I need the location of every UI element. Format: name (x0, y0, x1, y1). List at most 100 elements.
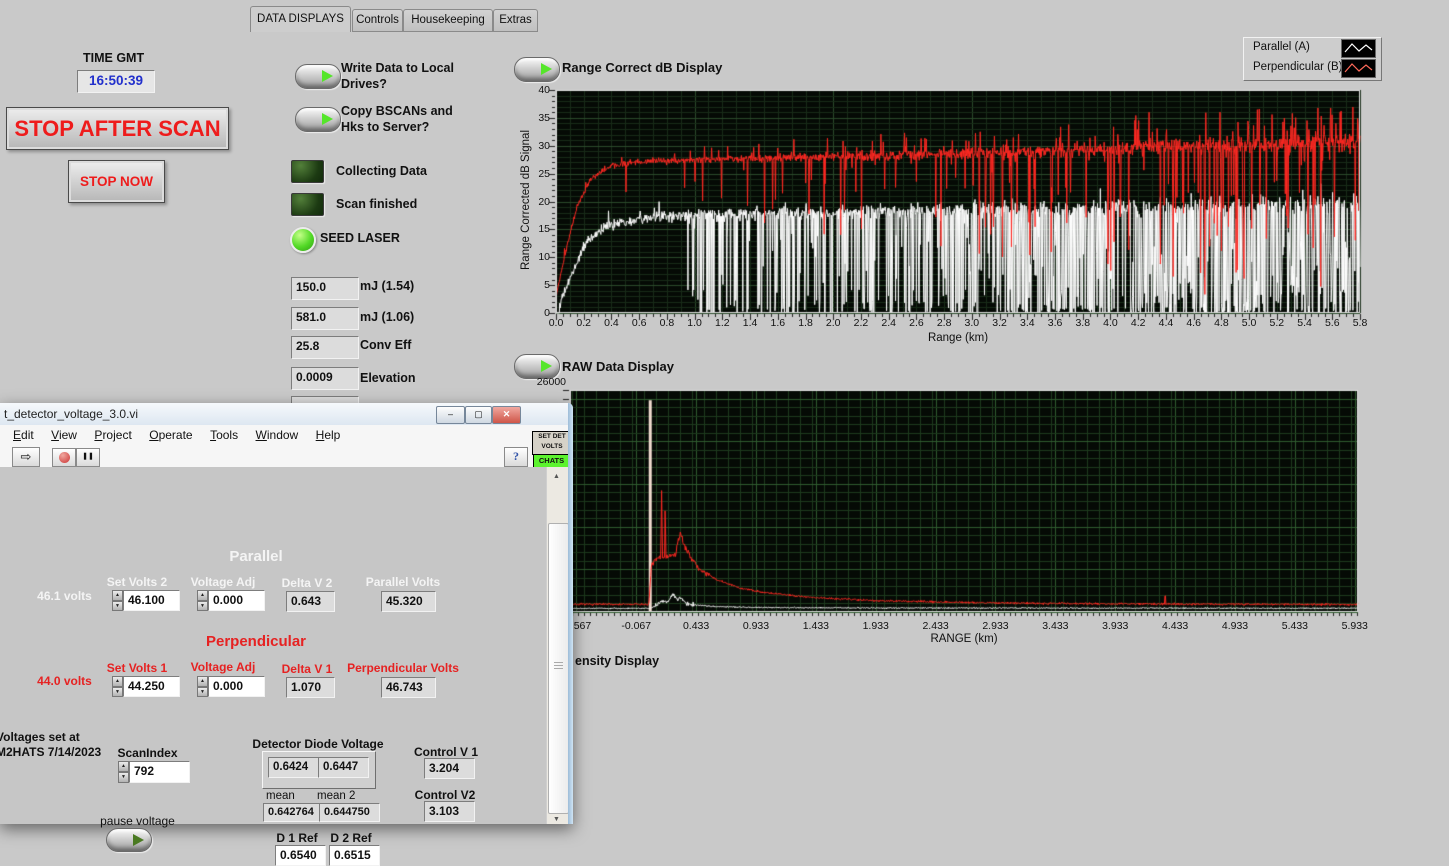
legend-parallel-label: Parallel (A) (1253, 41, 1310, 53)
menu-help[interactable]: Help (316, 425, 341, 445)
tick-label: 2.433 (922, 620, 948, 632)
perpendicular-volts-display: 46.743 (381, 677, 436, 698)
menu-window[interactable]: Window (256, 425, 299, 445)
menu-view[interactable]: View (51, 425, 77, 445)
menu-edit[interactable]: Edit (13, 425, 34, 445)
scan-finished-label: Scan finished (336, 197, 417, 211)
pause-voltage-toggle[interactable] (106, 828, 152, 852)
control-v1-label: Control V 1 (408, 745, 484, 759)
delta-v-1-display: 1.070 (286, 677, 335, 698)
tab-controls[interactable]: Controls (352, 9, 403, 32)
vi-title-bar[interactable]: t_detector_voltage_3.0.vi – ▢ ✕ (0, 403, 573, 426)
run-button[interactable]: ⇨ (12, 447, 40, 467)
voltages-note-line1: Voltages set at (0, 730, 80, 744)
stop-after-scan-button[interactable]: STOP AFTER SCAN (6, 107, 229, 150)
tick-label: 0.933 (743, 620, 769, 632)
tick-label: 1.8 (798, 317, 813, 329)
range-correct-chart-title: Range Correct dB Display (562, 60, 722, 75)
raw-data-y-top-tick: 26000 (520, 376, 566, 388)
d1-ref-input[interactable]: 0.6540 (275, 845, 326, 866)
scan-finished-led (291, 193, 324, 216)
menu-project[interactable]: Project (94, 425, 131, 445)
menu-operate[interactable]: Operate (149, 425, 192, 445)
tick-label: 1.933 (863, 620, 889, 632)
tab-housekeeping[interactable]: Housekeeping (403, 9, 493, 32)
tick-label: 25 (518, 168, 550, 180)
delta-v-2-display: 0.643 (286, 591, 335, 612)
tick-label: 20 (518, 196, 550, 208)
set-volts-2-input[interactable]: 46.100 (123, 590, 180, 611)
maximize-button[interactable]: ▢ (465, 406, 492, 424)
elevation-label: Elevation (360, 371, 416, 385)
tick-label: 5.433 (1282, 620, 1308, 632)
voltage-adj-2-input[interactable]: 0.000 (208, 590, 265, 611)
parallel-heading: Parallel (206, 548, 306, 565)
plot-legend[interactable]: Parallel (A) Perpendicular (B) (1243, 37, 1382, 81)
clipped-intensity-display-label: ensity Display (575, 654, 659, 668)
tick-label: 5.4 (1297, 317, 1312, 329)
voltage-adj-2-spinner[interactable]: ▲▼ (197, 590, 208, 611)
copy-bscans-toggle[interactable] (295, 107, 341, 132)
legend-row-parallel: Parallel (A) (1244, 38, 1381, 58)
voltage-adj-1-input[interactable]: 0.000 (208, 676, 265, 697)
mean-label: mean (266, 790, 295, 802)
vi-vertical-scrollbar[interactable]: ▲ ▼ (546, 467, 569, 824)
stop-now-button[interactable]: STOP NOW (68, 160, 165, 203)
d2-ref-input[interactable]: 0.6515 (329, 845, 380, 866)
set-volts-2-label: Set Volts 2 (104, 575, 170, 589)
voltage-adj-1-spinner[interactable]: ▲▼ (197, 676, 208, 697)
minimize-button[interactable]: – (436, 406, 465, 424)
legend-perpendicular-label: Perpendicular (B) (1253, 61, 1342, 73)
set-volts-2-spinner[interactable]: ▲▼ (112, 590, 123, 611)
pause-button[interactable]: ❚❚ (76, 448, 100, 467)
conv-eff-readout: 25.8 (291, 336, 359, 359)
tick-label: 5.8 (1353, 317, 1368, 329)
seed-laser-label: SEED LASER (320, 231, 400, 245)
set-det-volts-badge: SET DET VOLTS (532, 431, 572, 455)
energy-1-readout: 150.0 (291, 277, 359, 300)
scroll-down-icon[interactable]: ▼ (553, 816, 560, 823)
close-button[interactable]: ✕ (492, 406, 521, 424)
vi-front-panel: Parallel Set Volts 2 Voltage Adj Delta V… (0, 467, 546, 824)
energy-1-label: mJ (1.54) (360, 279, 414, 293)
abort-dot-icon (59, 452, 70, 463)
scan-index-spinner[interactable]: ▲▼ (118, 761, 129, 783)
tick-label: 0.8 (660, 317, 675, 329)
scan-index-input[interactable]: 792 (129, 761, 190, 783)
energy-2-label: mJ (1.06) (360, 310, 414, 324)
tick-label: 4.4 (1159, 317, 1174, 329)
vi-badge-column: SET DET VOLTS CHATS (530, 425, 573, 468)
scroll-up-icon[interactable]: ▲ (553, 473, 560, 480)
scrollbar-thumb[interactable] (548, 523, 569, 814)
raw-data-chart-canvas (556, 382, 1380, 638)
set-volts-1-label: Set Volts 1 (104, 661, 170, 675)
tick-label: 0.6 (632, 317, 647, 329)
app-root: { "palette":{"bg":"#c9c9c9","trace_red":… (0, 0, 1449, 824)
context-help-button[interactable]: ? (504, 447, 528, 467)
legend-row-perpendicular: Perpendicular (B) (1244, 58, 1381, 78)
menu-tools[interactable]: Tools (210, 425, 238, 445)
perpendicular-volts-label: Perpendicular Volts (338, 661, 468, 675)
abort-button[interactable] (52, 448, 76, 467)
tick-label: 4.8 (1214, 317, 1229, 329)
range-correct-chart-canvas (536, 85, 1380, 335)
copy-bscans-toggle-label: Copy BSCANs and Hks to Server? (341, 103, 453, 136)
detector-voltage-vi-window[interactable]: t_detector_voltage_3.0.vi – ▢ ✕ Edit Vie… (0, 403, 573, 824)
tick-label: 2.0 (826, 317, 841, 329)
range-correct-display-toggle[interactable] (514, 57, 560, 82)
collecting-data-label: Collecting Data (336, 164, 427, 178)
tick-label: 3.433 (1042, 620, 1068, 632)
set-volts-1-spinner[interactable]: ▲▼ (112, 676, 123, 697)
tick-label: 0.4 (604, 317, 619, 329)
tick-label: 2.4 (881, 317, 896, 329)
tick-label: 35 (518, 112, 550, 124)
time-gmt-display: 16:50:39 (77, 70, 155, 93)
set-volts-1-input[interactable]: 44.250 (123, 676, 180, 697)
tab-extras[interactable]: Extras (493, 9, 538, 32)
tick-label: 2.2 (854, 317, 869, 329)
write-data-toggle[interactable] (295, 64, 341, 89)
diode-voltage-1-display: 0.6424 (268, 757, 319, 778)
tab-data-displays[interactable]: DATA DISPLAYS (250, 6, 351, 32)
tick-label: 3.6 (1048, 317, 1063, 329)
tick-label: 2.8 (937, 317, 952, 329)
